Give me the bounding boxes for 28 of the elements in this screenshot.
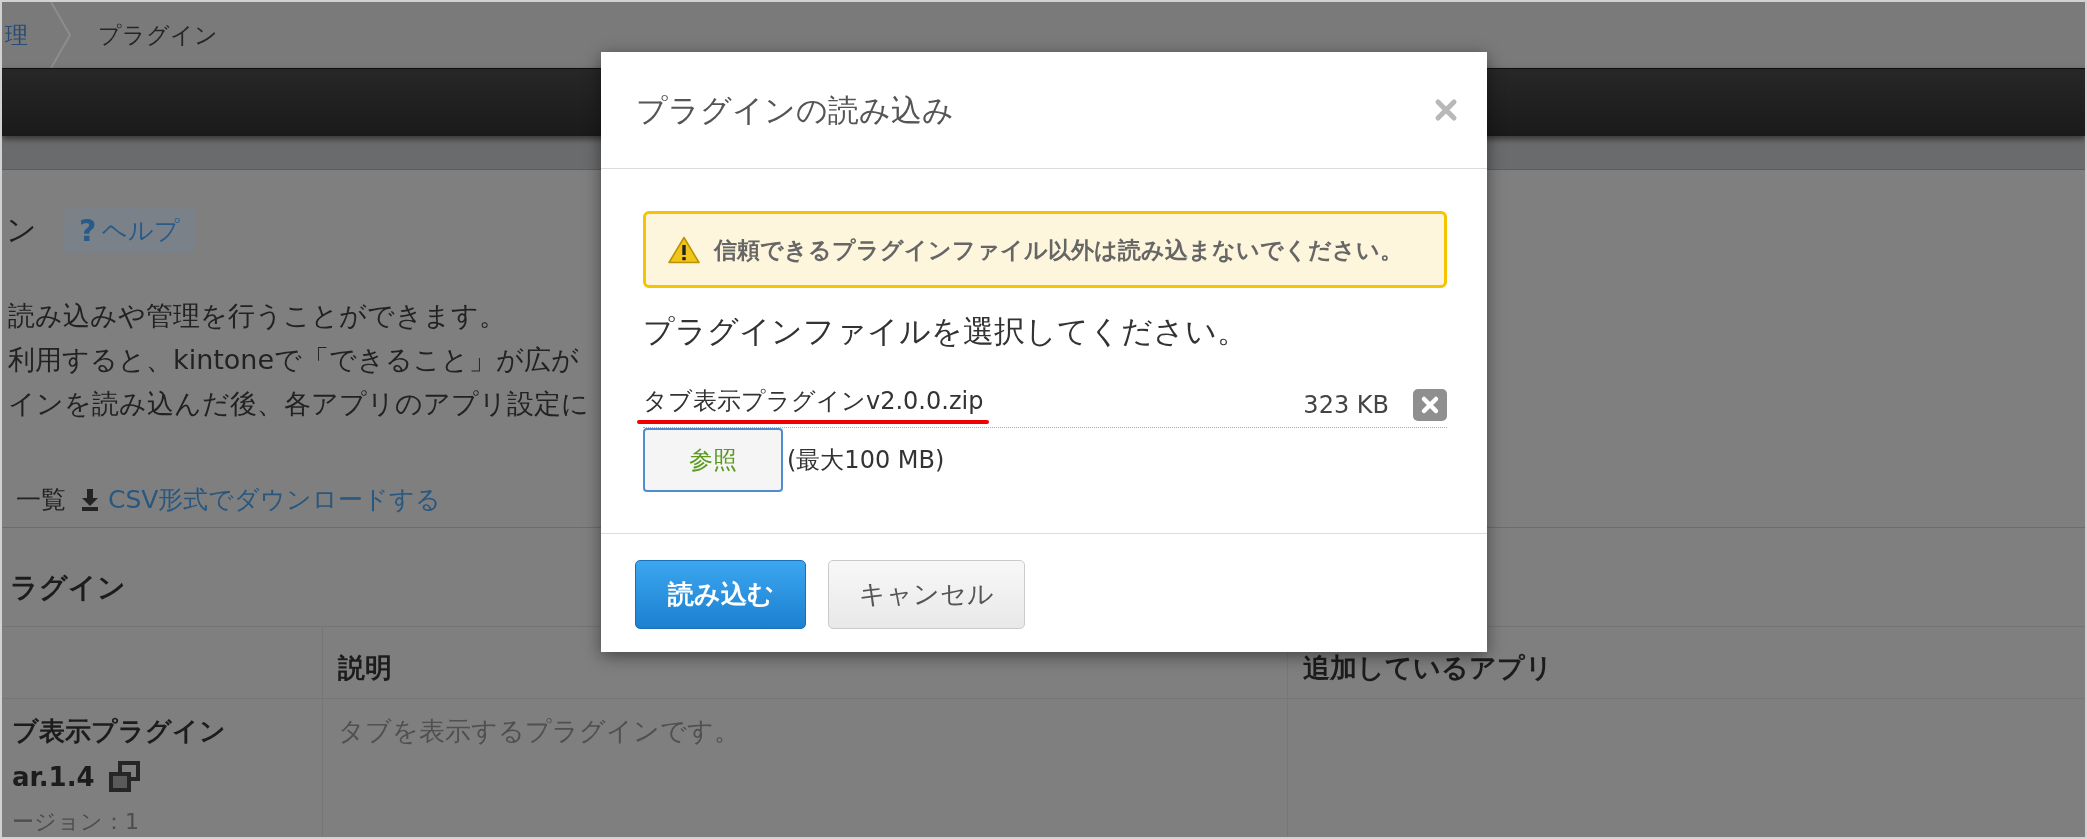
column-header: 説明 [338,653,392,683]
plugin-name: ブ表示プラグイン [12,715,226,748]
description-text: インを読み込んだ後、各アプリのアプリ設定に [8,387,589,421]
help-button[interactable]: ? ヘルプ [63,207,197,253]
file-name: タブ表示プラグインv2.0.0.zip [643,385,984,416]
browse-button[interactable]: 参照 [643,428,783,492]
chevron-separator [50,2,72,68]
description-text: 利用すると、kintoneで「できること」が広が [8,343,580,377]
file-size: 323 KB [1303,389,1389,420]
description-text: 読み込みや管理を行うことができます。 [8,299,506,333]
prompt-text: プラグインファイルを選択してください。 [643,312,1248,351]
cancel-button[interactable]: キャンセル [828,560,1025,629]
breadcrumb-link[interactable]: 理 [5,20,28,50]
section-title: ラグイン [9,570,126,606]
import-button[interactable]: 読み込む [635,560,806,629]
breadcrumb-current: プラグイン [98,21,218,50]
dialog-title: プラグインの読み込み [636,91,954,130]
column-header: 追加しているアプリ [1303,653,1553,683]
download-link[interactable]: CSV形式でダウンロードする [82,484,442,516]
warning-text: 信頼できるプラグインファイル以外は読み込まないでください。 [714,235,1403,265]
size-limit-text: (最大100 MB) [787,445,945,475]
download-icon[interactable] [82,489,98,511]
square-close-icon[interactable] [1413,388,1447,421]
page-title: ン [6,211,37,249]
overlapping-windows-icon[interactable] [108,761,141,793]
warning-icon [668,235,700,264]
list-label: 一覧 [16,484,66,516]
plugin-version: ar.1.4 [12,761,95,794]
